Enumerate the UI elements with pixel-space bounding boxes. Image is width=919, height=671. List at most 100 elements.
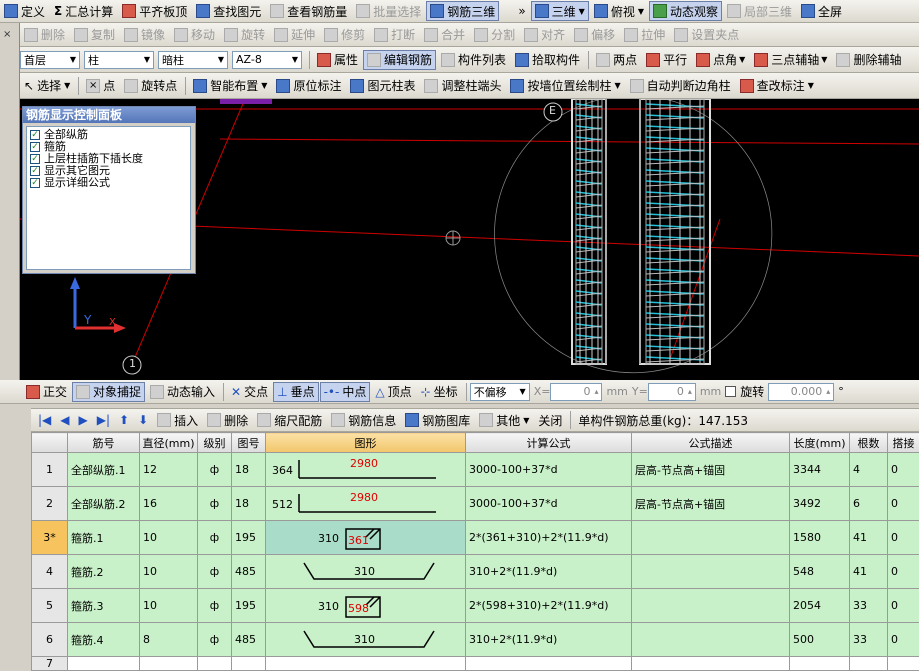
component-list-button[interactable]: 构件列表 [437, 50, 510, 70]
batch-select-button[interactable]: 批量选择 [352, 1, 425, 21]
three-point-axis-button[interactable]: 三点辅轴▼ [750, 50, 831, 70]
object-snap-button[interactable]: 对象捕捉 [72, 382, 145, 402]
checkbox-checked-icon[interactable]: ✓ [30, 166, 40, 176]
perpendicular-snap-button[interactable]: ⊥垂点 [273, 382, 318, 402]
merge-button[interactable]: 合并 [420, 25, 469, 45]
column-table-button[interactable]: 图元柱表 [346, 76, 419, 96]
cell-lap[interactable] [888, 657, 919, 671]
copy-button[interactable]: 复制 [70, 25, 119, 45]
cell-grade[interactable] [198, 657, 232, 671]
align-button[interactable]: 对齐 [520, 25, 569, 45]
cell-formula[interactable]: 2*(361+310)+2*(11.9*d) [466, 521, 632, 555]
cell-description[interactable]: 层高-节点高+锚固 [632, 453, 790, 487]
pick-component-button[interactable]: 拾取构件 [511, 50, 584, 70]
table-row[interactable]: 4箍筋.210ф485310310+2*(11.9*d)548410 [32, 555, 919, 589]
offset-mode-select[interactable]: 不偏移▼ [470, 383, 530, 401]
cell-description[interactable] [632, 657, 790, 671]
cell-diameter[interactable]: 12 [140, 453, 198, 487]
move-up-button[interactable]: ⬆ [115, 410, 133, 430]
top-view-dropdown[interactable]: 俯视▼ [590, 1, 648, 21]
ortho-button[interactable]: 正交 [22, 382, 71, 402]
move-down-button[interactable]: ⬇ [134, 410, 152, 430]
cell-description[interactable] [632, 589, 790, 623]
header-figure-no[interactable]: 图号 [232, 433, 266, 453]
dynamic-input-button[interactable]: 动态输入 [146, 382, 219, 402]
scale-rebar-button[interactable]: 缩尺配筋 [253, 410, 326, 430]
first-row-button[interactable]: |◀ [34, 410, 55, 430]
cell-figure-no[interactable]: 195 [232, 521, 266, 555]
auto-corner-column-button[interactable]: 自动判断边角柱 [626, 76, 735, 96]
midpoint-snap-button[interactable]: -•-中点 [320, 382, 371, 402]
y-offset-input[interactable]: 0▴ [648, 383, 696, 401]
cell-lap[interactable]: 0 [888, 521, 919, 555]
cell-lap[interactable]: 0 [888, 453, 919, 487]
table-row[interactable]: 3*箍筋.110ф1953103612*(361+310)+2*(11.9*d)… [32, 521, 919, 555]
cell-shape[interactable] [266, 657, 466, 671]
cell-name[interactable]: 箍筋.3 [68, 589, 140, 623]
cell-length[interactable] [790, 657, 850, 671]
rotate-checkbox[interactable] [725, 386, 736, 397]
cell-formula[interactable] [466, 657, 632, 671]
dynamic-orbit-button[interactable]: 动态观察 [649, 1, 722, 21]
cell-name[interactable]: 箍筋.4 [68, 623, 140, 657]
3d-view-dropdown[interactable]: 三维▼ [531, 1, 589, 21]
cell-length[interactable]: 3344 [790, 453, 850, 487]
header-name[interactable]: 筋号 [68, 433, 140, 453]
draw-by-wall-button[interactable]: 按墙位置绘制柱▼ [506, 76, 624, 96]
table-row[interactable]: 2全部纵筋.216ф1851229803000-100+37*d层高-节点高+锚… [32, 487, 919, 521]
cell-grade[interactable]: ф [198, 453, 232, 487]
option-detailed-formula[interactable]: ✓显示详细公式 [30, 177, 187, 189]
header-shape[interactable]: 图形 [266, 433, 466, 453]
row-number[interactable]: 1 [32, 453, 68, 487]
delete-axis-button[interactable]: 删除辅轴 [832, 50, 905, 70]
cell-diameter[interactable]: 10 [140, 521, 198, 555]
delete-button[interactable]: 删除 [20, 25, 69, 45]
intersection-snap-button[interactable]: ✕交点 [227, 382, 272, 402]
cell-shape[interactable]: 310361 [266, 521, 466, 555]
row-number[interactable]: 2 [32, 487, 68, 521]
cell-figure-no[interactable]: 485 [232, 623, 266, 657]
cell-length[interactable]: 3492 [790, 487, 850, 521]
rotate-input[interactable]: 0.000▴ [768, 383, 834, 401]
cell-lap[interactable]: 0 [888, 623, 919, 657]
insert-row-button[interactable]: 插入 [153, 410, 202, 430]
move-button[interactable]: 移动 [170, 25, 219, 45]
checkbox-checked-icon[interactable]: ✓ [30, 178, 40, 188]
cell-figure-no[interactable]: 195 [232, 589, 266, 623]
local-3d-button[interactable]: 局部三维 [723, 1, 796, 21]
header-formula[interactable]: 计算公式 [466, 433, 632, 453]
cell-lap[interactable]: 0 [888, 555, 919, 589]
mirror-button[interactable]: 镜像 [120, 25, 169, 45]
view-rebar-qty-button[interactable]: 查看钢筋量 [266, 1, 351, 21]
cell-diameter[interactable]: 10 [140, 589, 198, 623]
row-number[interactable]: 3* [32, 521, 68, 555]
set-grip-button[interactable]: 设置夹点 [670, 25, 743, 45]
cell-name[interactable]: 箍筋.2 [68, 555, 140, 589]
cell-diameter[interactable]: 10 [140, 555, 198, 589]
break-button[interactable]: 打断 [370, 25, 419, 45]
cell-name[interactable]: 全部纵筋.1 [68, 453, 140, 487]
cell-grade[interactable]: ф [198, 589, 232, 623]
cell-name[interactable]: 全部纵筋.2 [68, 487, 140, 521]
cell-diameter[interactable]: 16 [140, 487, 198, 521]
checkbox-checked-icon[interactable]: ✓ [30, 130, 40, 140]
rotate-button[interactable]: 旋转 [220, 25, 269, 45]
define-button[interactable]: 定义 [0, 1, 49, 21]
cell-formula[interactable]: 310+2*(11.9*d) [466, 623, 632, 657]
cell-length[interactable]: 2054 [790, 589, 850, 623]
table-row[interactable]: 5箍筋.310ф1953105982*(598+310)+2*(11.9*d)2… [32, 589, 919, 623]
two-point-button[interactable]: 两点 [592, 50, 641, 70]
x-offset-input[interactable]: 0▴ [550, 383, 602, 401]
cell-description[interactable] [632, 555, 790, 589]
subtype-select[interactable]: 暗柱▼ [158, 51, 228, 69]
cell-count[interactable]: 33 [850, 589, 888, 623]
cell-shape[interactable]: 5122980 [266, 487, 466, 521]
point-button[interactable]: ×点 [82, 76, 119, 96]
row-number[interactable]: 4 [32, 555, 68, 589]
cell-shape[interactable]: 3642980 [266, 453, 466, 487]
smart-layout-button[interactable]: 智能布置▼ [189, 76, 271, 96]
cell-description[interactable] [632, 623, 790, 657]
stretch-button[interactable]: 拉伸 [620, 25, 669, 45]
next-row-button[interactable]: ▶ [75, 410, 92, 430]
table-row[interactable]: 1全部纵筋.112ф1836429803000-100+37*d层高-节点高+锚… [32, 453, 919, 487]
